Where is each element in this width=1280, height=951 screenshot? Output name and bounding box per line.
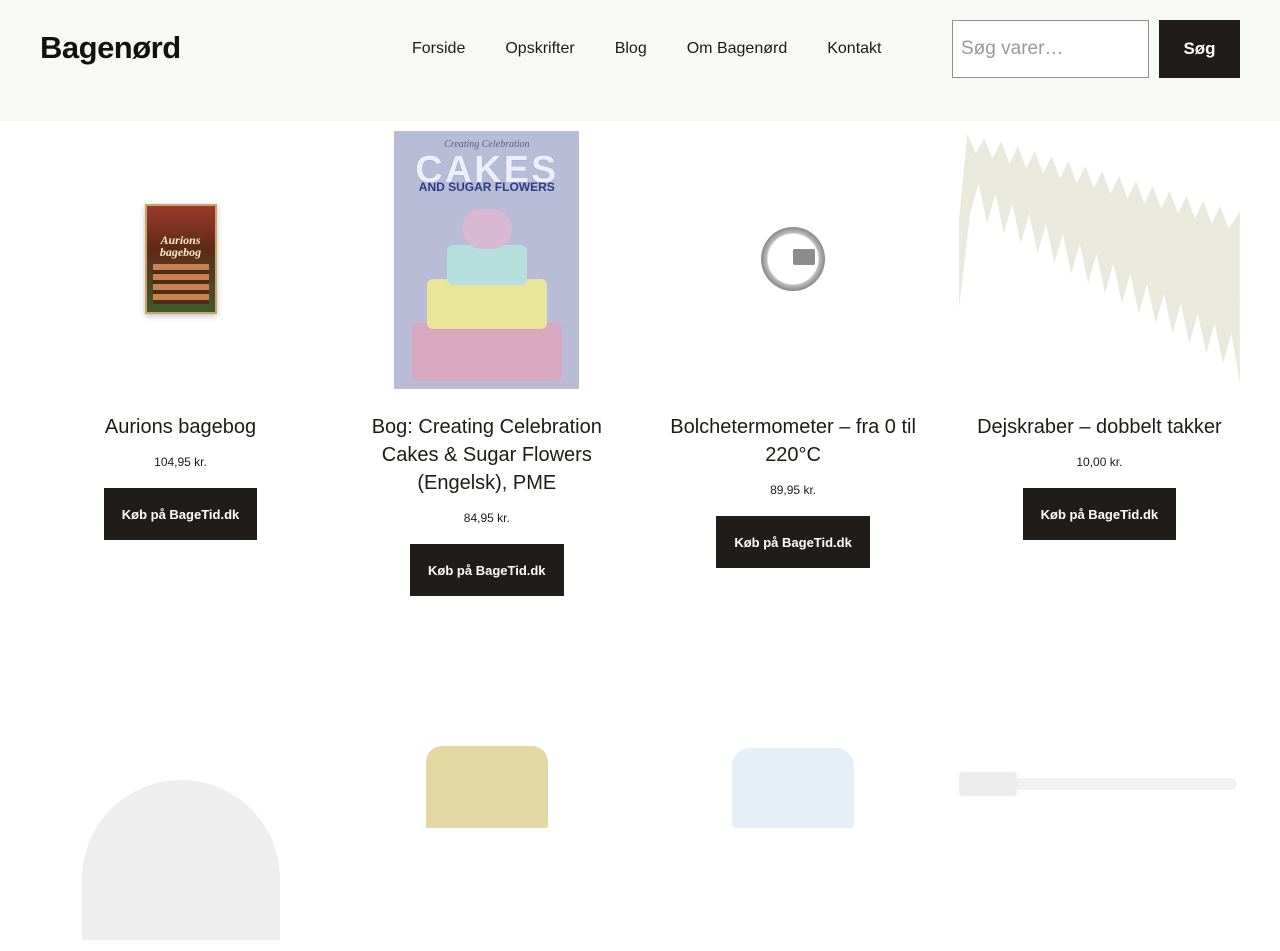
- nav-forside[interactable]: Forside: [392, 38, 485, 60]
- product-image[interactable]: Creating Celebration CAKES AND SUGAR FLO…: [346, 121, 627, 396]
- product-image[interactable]: [653, 676, 934, 951]
- product-title[interactable]: Dejskraber – dobbelt takker: [973, 413, 1226, 441]
- product-card: [653, 676, 934, 951]
- product-image[interactable]: [346, 676, 627, 951]
- product-title[interactable]: Aurions bagebog: [101, 413, 260, 441]
- product-image[interactable]: [958, 121, 1240, 396]
- buy-button[interactable]: Køb på BageTid.dk: [410, 544, 564, 596]
- dough-scraper-image: [958, 133, 1240, 384]
- product-image[interactable]: Aurions bagebog: [40, 121, 321, 396]
- product-price: 10,00 kr.: [1076, 455, 1123, 469]
- buy-button[interactable]: Køb på BageTid.dk: [1022, 488, 1177, 540]
- site-logo[interactable]: Bagenørd: [40, 30, 181, 66]
- product-card: Aurions bagebog Aurions bagebog 104,95 k…: [40, 121, 321, 596]
- site-header: Bagenørd Forside Opskrifter Blog Om Bage…: [0, 0, 1280, 121]
- book-cover-subtitle: AND SUGAR FLOWERS: [418, 179, 555, 194]
- product-price: 89,95 kr.: [770, 483, 817, 497]
- product-grid: Aurions bagebog Aurions bagebog 104,95 k…: [40, 121, 1240, 951]
- product-card: Dejskraber – dobbelt takker 10,00 kr. Kø…: [958, 121, 1240, 596]
- product-card: [959, 676, 1240, 951]
- nav-om-bagenord[interactable]: Om Bagenørd: [667, 38, 807, 60]
- scraper-image: [425, 746, 548, 828]
- nav-blog[interactable]: Blog: [595, 38, 667, 60]
- search-input[interactable]: [952, 20, 1149, 78]
- round-scraper-image: [81, 780, 280, 940]
- nav-kontakt[interactable]: Kontakt: [807, 38, 901, 60]
- product-card: [40, 676, 321, 951]
- nav-opskrifter[interactable]: Opskrifter: [485, 38, 594, 60]
- spatula-image: [959, 766, 1239, 806]
- product-title[interactable]: Bolchetermometer – fra 0 til 220°C: [653, 413, 934, 469]
- product-title[interactable]: Bog: Creating Celebration Cakes & Sugar …: [346, 413, 627, 497]
- buy-button[interactable]: Køb på BageTid.dk: [103, 488, 258, 540]
- product-price: 104,95 kr.: [154, 455, 207, 469]
- product-price: 84,95 kr.: [463, 511, 510, 525]
- product-image[interactable]: [959, 676, 1240, 951]
- scraper-image: [732, 748, 855, 828]
- book-cover-image: Aurions bagebog: [144, 203, 217, 314]
- book-cover-title: Aurions bagebog: [159, 232, 202, 259]
- buy-button[interactable]: Køb på BageTid.dk: [716, 516, 870, 568]
- search-button[interactable]: Søg: [1159, 20, 1240, 78]
- product-card: Creating Celebration CAKES AND SUGAR FLO…: [346, 121, 627, 596]
- product-image[interactable]: [40, 676, 321, 951]
- product-card: [346, 676, 627, 951]
- product-image[interactable]: [653, 121, 934, 396]
- book-cover-image: Creating Celebration CAKES AND SUGAR FLO…: [394, 130, 580, 389]
- product-card: Bolchetermometer – fra 0 til 220°C 89,95…: [653, 121, 934, 596]
- main-nav: Forside Opskrifter Blog Om Bagenørd Kont…: [392, 38, 901, 60]
